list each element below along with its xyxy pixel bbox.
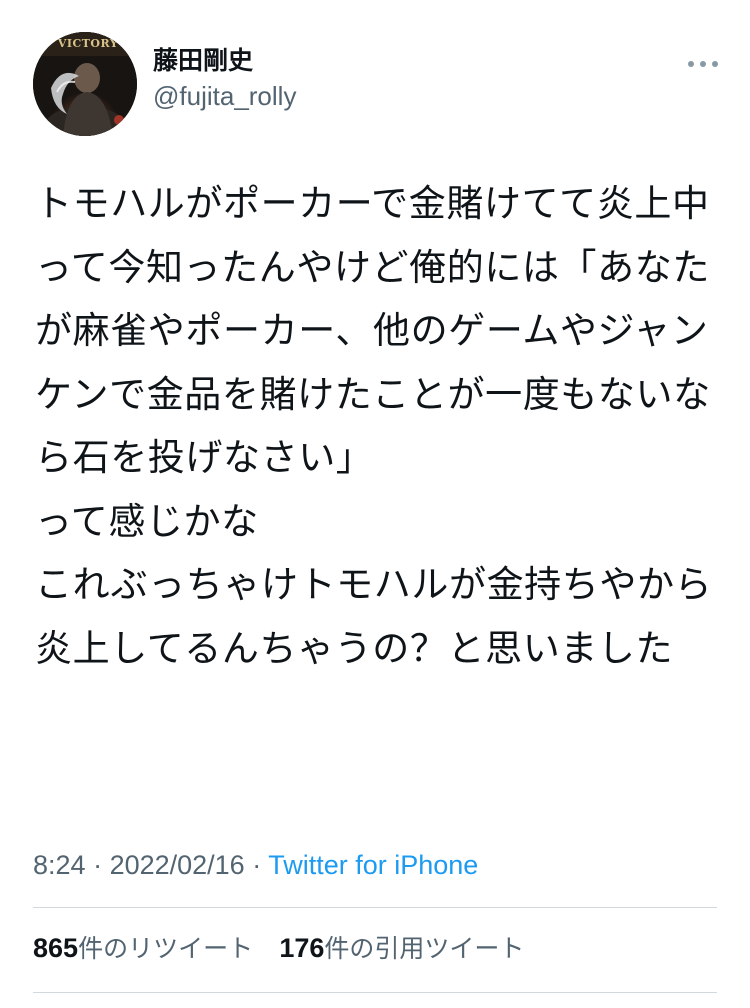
meta-separator: · (85, 850, 110, 880)
tweet-text: トモハルがポーカーで金賭けてて炎上中って今知ったんやけど俺的には「あなたが麻雀や… (35, 182, 713, 670)
retweets-count: 865 (33, 933, 79, 963)
tweet-meta: 8:24 · 2022/02/16 · Twitter for iPhone (33, 846, 478, 884)
meta-separator: · (244, 850, 269, 880)
quotes-label: 件の引用ツイート (324, 934, 525, 963)
tweet-source-link[interactable]: Twitter for iPhone (268, 850, 478, 880)
quotes-stat[interactable]: 176件の引用ツイート (279, 933, 525, 964)
tweet-stats: 865件のリツイート 176件の引用ツイート (33, 928, 524, 969)
display-name[interactable]: 藤田剛史 (153, 44, 296, 78)
retweets-label: 件のリツイート (78, 934, 254, 963)
tweet-time[interactable]: 8:24 (33, 850, 86, 880)
avatar-banner-text: VICTORY (57, 37, 119, 50)
user-handle[interactable]: @fujita_rolly (153, 78, 296, 114)
retweets-stat[interactable]: 865件のリツイート (33, 933, 254, 964)
user-names: 藤田剛史 @fujita_rolly (153, 44, 296, 114)
quotes-count: 176 (279, 933, 325, 963)
divider (33, 992, 717, 993)
tweet-detail: VICTORY 藤田剛史 @fujita_rolly トモハルがポーカーで金賭け… (0, 0, 750, 1008)
tweet-date[interactable]: 2022/02/16 (110, 850, 245, 880)
avatar[interactable]: VICTORY (33, 32, 137, 136)
more-horizontal-icon[interactable] (683, 54, 723, 74)
tweet-header: VICTORY 藤田剛史 @fujita_rolly (33, 32, 723, 136)
divider (33, 907, 717, 908)
